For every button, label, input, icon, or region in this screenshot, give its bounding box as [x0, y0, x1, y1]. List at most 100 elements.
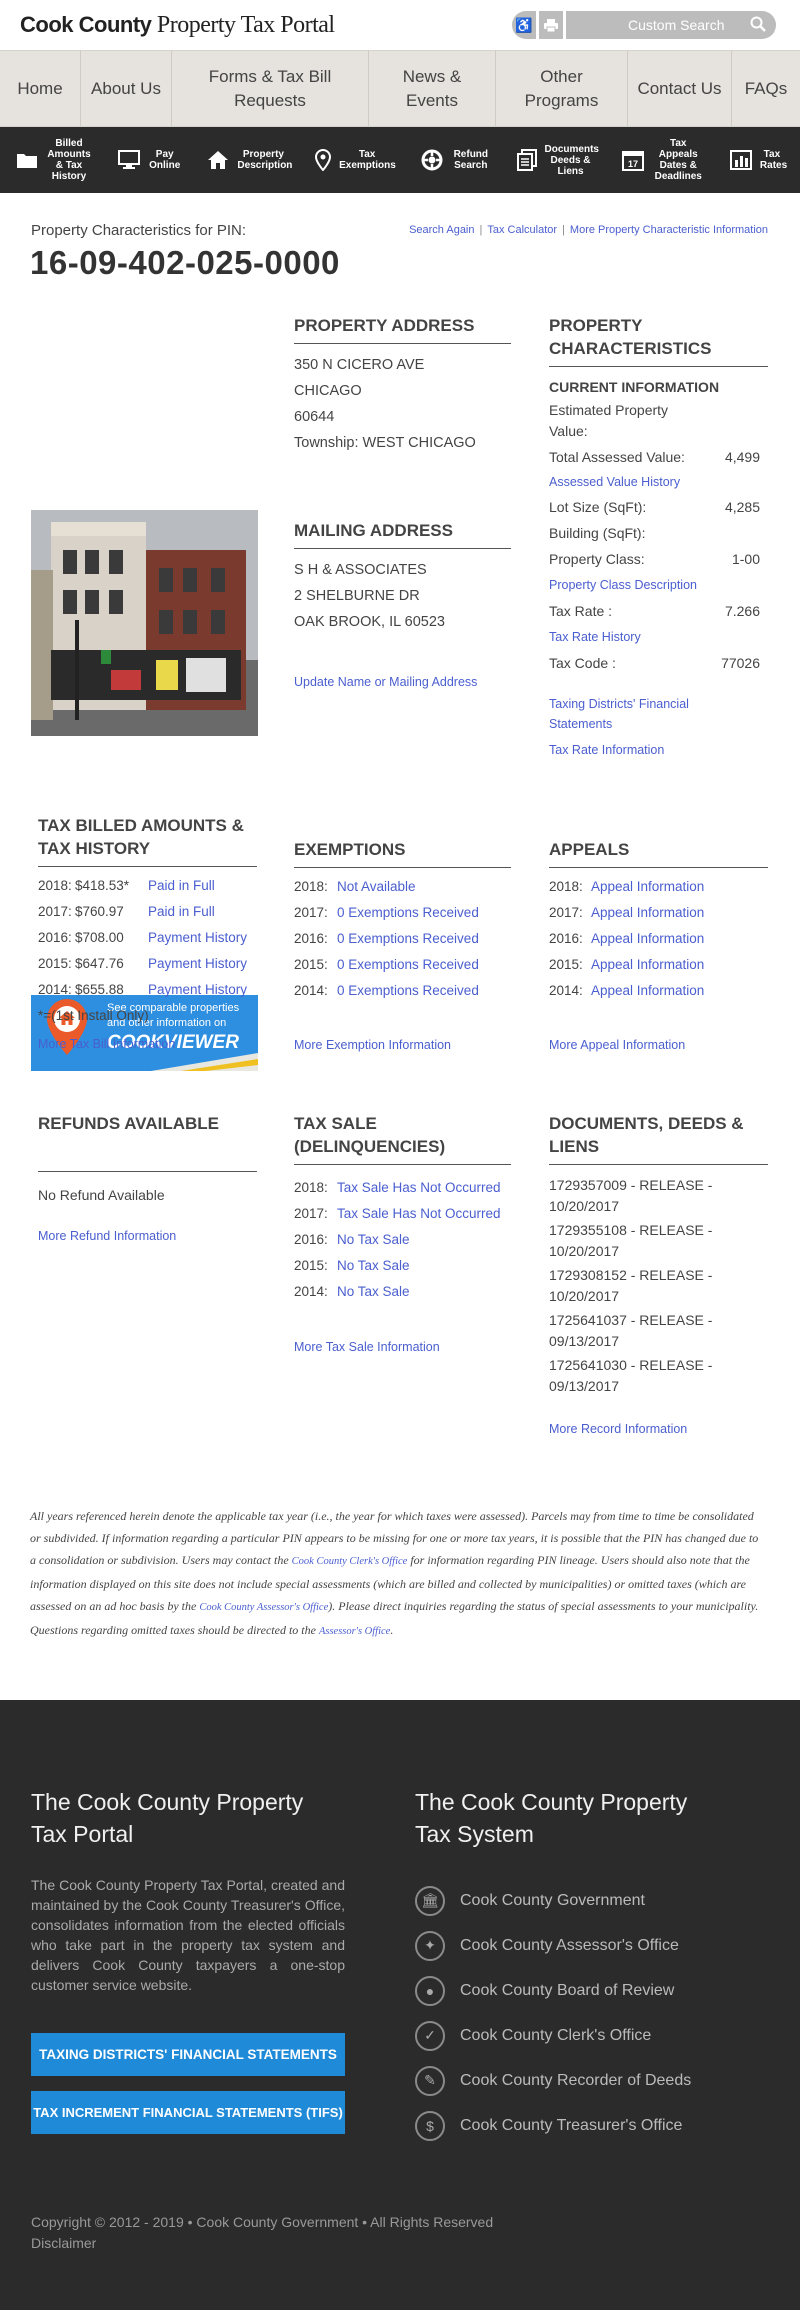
- print-icon[interactable]: [539, 11, 563, 39]
- more-appeal-link[interactable]: More Appeal Information: [549, 1035, 768, 1055]
- more-tax-sale-link[interactable]: More Tax Sale Information: [294, 1337, 511, 1357]
- appeal-link[interactable]: Appeal Information: [591, 874, 704, 900]
- tax-status-link[interactable]: Payment History: [148, 951, 247, 977]
- quick-link-billed-amounts[interactable]: Billed Amounts & Tax History: [16, 138, 92, 182]
- tax-year: 2015:: [38, 956, 72, 971]
- tax-sale-link[interactable]: Tax Sale Has Not Occurred: [337, 1201, 501, 1227]
- more-record-link[interactable]: More Record Information: [549, 1419, 768, 1439]
- mailing-name: S H & ASSOCIATES: [294, 562, 427, 578]
- tax-amount: $708.00: [75, 930, 124, 945]
- home-icon: [208, 151, 229, 169]
- nav-other-programs[interactable]: Other Programs: [496, 51, 628, 126]
- tax-sale-link[interactable]: Tax Sale Has Not Occurred: [337, 1175, 501, 1201]
- assessor-office-link[interactable]: Cook County Assessor's Office: [199, 1602, 328, 1613]
- tax-rate-value: 7.266: [724, 603, 760, 619]
- tax-sale-link[interactable]: No Tax Sale: [337, 1279, 410, 1305]
- search-input[interactable]: [628, 17, 738, 33]
- tax-status-link[interactable]: Payment History: [148, 925, 247, 951]
- tax-rate-history-link[interactable]: Tax Rate History: [549, 624, 768, 650]
- lot-size-value: 4,285: [724, 499, 760, 515]
- quick-link-tax-rates[interactable]: Tax Rates: [729, 149, 787, 171]
- tax-rate-information-link[interactable]: Tax Rate Information: [549, 740, 768, 760]
- search-again-link[interactable]: Search Again: [409, 224, 474, 236]
- tax-billed-section: TAX BILLED AMOUNTS & TAX HISTORY 2018: $4…: [38, 814, 257, 1054]
- update-mailing-address-link[interactable]: Update Name or Mailing Address: [294, 672, 477, 692]
- accessibility-icon[interactable]: ♿: [512, 11, 536, 39]
- tax-status-link[interactable]: Payment History: [148, 977, 247, 1003]
- footer-link-assessor[interactable]: ✦ Cook County Assessor's Office: [415, 1923, 735, 1968]
- appeal-row: 2016: Appeal Information: [549, 926, 768, 952]
- tax-sale-row: 2016: No Tax Sale: [294, 1227, 511, 1253]
- appeal-link[interactable]: Appeal Information: [591, 900, 704, 926]
- assessed-value-history-link[interactable]: Assessed Value History: [549, 470, 768, 494]
- folder-icon: [17, 154, 37, 168]
- tax-sale-link[interactable]: No Tax Sale: [337, 1227, 410, 1253]
- quick-link-refund-search[interactable]: Refund Search: [421, 149, 491, 171]
- nav-contact-us[interactable]: Contact Us: [628, 51, 732, 126]
- quick-link-label: Refund Search: [453, 149, 489, 171]
- tax-status-link[interactable]: Paid in Full: [148, 873, 215, 899]
- footer-link-label: Cook County Recorder of Deeds: [460, 2071, 692, 2089]
- document-record: 1725641030 - RELEASE - 09/13/2017: [549, 1357, 713, 1394]
- footer-link-government[interactable]: 🏛 Cook County Government: [415, 1878, 735, 1923]
- more-tax-bill-link[interactable]: More Tax Bill Information: [38, 1034, 257, 1054]
- more-exemption-link[interactable]: More Exemption Information: [294, 1035, 511, 1055]
- search-box: [566, 11, 776, 39]
- exemption-link[interactable]: 0 Exemptions Received: [337, 978, 479, 1004]
- taxing-districts-statements-button[interactable]: TAXING DISTRICTS' FINANCIAL STATEMENTS: [31, 2033, 345, 2076]
- nav-faqs[interactable]: FAQs: [732, 51, 800, 126]
- site-logo[interactable]: Cook County Property Tax Portal: [20, 12, 335, 39]
- exemption-link[interactable]: 0 Exemptions Received: [337, 952, 479, 978]
- more-refund-link[interactable]: More Refund Information: [38, 1226, 257, 1246]
- quick-link-pay-online[interactable]: Pay Online: [117, 149, 182, 171]
- exemptions-section: EXEMPTIONS 2018: Not Available 2017: 0 Exe…: [294, 838, 511, 1055]
- documents-icon: [516, 149, 537, 171]
- property-class-description-link[interactable]: Property Class Description: [549, 572, 768, 598]
- appeal-row: 2018: Appeal Information: [549, 874, 768, 900]
- taxing-districts-financial-link[interactable]: Taxing Districts' Financial Statements: [549, 694, 709, 734]
- quick-link-tax-appeals[interactable]: 17 Tax Appeals Dates & Deadlines: [622, 138, 704, 182]
- footer-link-recorder[interactable]: ✎ Cook County Recorder of Deeds: [415, 2058, 735, 2103]
- exemption-link[interactable]: 0 Exemptions Received: [337, 900, 479, 926]
- pin-links: Search Again | Tax Calculator | More Propert…: [409, 224, 768, 236]
- nav-home[interactable]: Home: [0, 51, 81, 126]
- first-install-note: *=(1st Install Only): [38, 1008, 149, 1023]
- exemption-link[interactable]: 0 Exemptions Received: [337, 926, 479, 952]
- header-tools: ♿: [512, 11, 776, 39]
- footer-link-clerk[interactable]: ✓ Cook County Clerk's Office: [415, 2013, 735, 2058]
- map-pin-icon: [315, 149, 332, 171]
- tax-sale-row: 2018: Tax Sale Has Not Occurred: [294, 1175, 511, 1201]
- footer-disclaimer-link[interactable]: Disclaimer: [31, 2233, 493, 2254]
- nav-forms[interactable]: Forms & Tax Bill Requests: [172, 51, 369, 126]
- tax-year: 2018:: [38, 878, 72, 893]
- tax-calculator-link[interactable]: Tax Calculator: [487, 224, 557, 236]
- nav-about-us[interactable]: About Us: [81, 51, 172, 126]
- appeal-row: 2017: Appeal Information: [549, 900, 768, 926]
- property-township: Township: WEST CHICAGO: [294, 435, 476, 451]
- exemptions-title: EXEMPTIONS: [294, 838, 511, 868]
- exemption-year: 2016:: [294, 931, 328, 946]
- bar-chart-icon: [729, 150, 752, 170]
- tif-statements-button[interactable]: TAX INCREMENT FINANCIAL STATEMENTS (TIFS…: [31, 2091, 345, 2134]
- quick-link-tax-exemptions[interactable]: Tax Exemptions: [315, 149, 396, 171]
- appeal-link[interactable]: Appeal Information: [591, 926, 704, 952]
- more-characteristics-link[interactable]: More Property Characteristic Information: [570, 224, 768, 236]
- tax-billed-row: 2016: $708.00 Payment History: [38, 925, 257, 951]
- search-icon[interactable]: [750, 16, 766, 35]
- quick-link-property-description[interactable]: Property Description: [207, 149, 292, 171]
- footer-link-treasurer[interactable]: $ Cook County Treasurer's Office: [415, 2103, 735, 2148]
- assessor-office-link-2[interactable]: Assessor's Office: [319, 1626, 390, 1637]
- quick-link-documents[interactable]: Documents Deeds & Liens: [516, 144, 599, 177]
- clerk-office-link[interactable]: Cook County Clerk's Office: [292, 1556, 408, 1567]
- tax-sale-title: TAX SALE (DELINQUENCIES): [294, 1114, 446, 1156]
- footer-link-board-of-review[interactable]: ● Cook County Board of Review: [415, 1968, 735, 2013]
- tax-status-link[interactable]: Paid in Full: [148, 899, 215, 925]
- appeal-link[interactable]: Appeal Information: [591, 978, 704, 1004]
- appeal-link[interactable]: Appeal Information: [591, 952, 704, 978]
- nav-news-events[interactable]: News & Events: [369, 51, 496, 126]
- property-class-value: 1-00: [731, 551, 760, 567]
- exemption-link[interactable]: Not Available: [337, 874, 416, 900]
- property-characteristics-section: PROPERTY CHARACTERISTICS CURRENT INFORMA…: [549, 314, 768, 760]
- exemption-year: 2018:: [294, 879, 328, 894]
- tax-sale-link[interactable]: No Tax Sale: [337, 1253, 410, 1279]
